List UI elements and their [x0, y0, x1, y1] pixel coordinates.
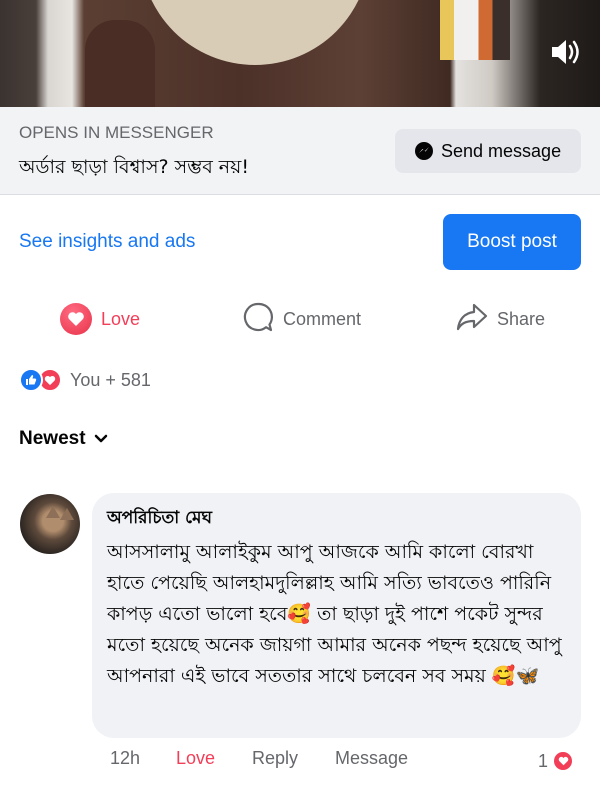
share-icon	[456, 302, 488, 337]
messenger-icon	[415, 142, 433, 160]
comment-reply-button[interactable]: Reply	[252, 748, 298, 774]
love-reaction-icon	[552, 750, 575, 772]
share-action-label: Share	[497, 308, 546, 329]
comment-text: আসসালামু আলাইকুম আপু আজকে আমি কালো বোরখা…	[107, 541, 562, 687]
sort-label: Newest	[19, 428, 86, 449]
cta-tagline: অর্ডার ছাড়া বিশ্বাস? সম্ভব নয়!	[19, 156, 249, 178]
love-action-label: Love	[101, 308, 141, 329]
like-reaction-icon	[19, 368, 43, 392]
comment-bubble: অপরিচিতা মেঘ আসসালামু আলাইকুম আপু আজকে আ…	[92, 493, 581, 738]
see-insights-link[interactable]: See insights and ads	[19, 231, 195, 253]
comment-reaction-count[interactable]: 1	[538, 748, 575, 774]
avatar[interactable]	[20, 494, 80, 554]
chevron-down-icon	[94, 428, 108, 450]
video-figure-scarf	[140, 0, 370, 65]
cta-caption: OPENS IN MESSENGER	[19, 123, 214, 142]
send-message-button[interactable]: Send message	[395, 129, 581, 173]
comment-author[interactable]: অপরিচিতা মেঘ	[107, 505, 565, 533]
comment-message-button[interactable]: Message	[335, 748, 408, 774]
video-player[interactable]	[0, 0, 600, 107]
send-message-label: Send message	[441, 140, 562, 161]
comment-sort-dropdown[interactable]: Newest	[19, 428, 108, 450]
comment-action-button[interactable]: Comment	[242, 300, 361, 338]
share-action-button[interactable]: Share	[456, 300, 545, 338]
love-reaction-icon	[60, 303, 92, 335]
video-clothing-rack	[440, 0, 510, 60]
volume-icon[interactable]	[548, 38, 582, 68]
reactions-summary[interactable]: You + 581	[19, 368, 151, 392]
boost-post-button[interactable]: Boost post	[443, 214, 581, 270]
comment-action-label: Comment	[283, 308, 362, 329]
comment-timestamp: 12h	[110, 748, 141, 768]
reactions-count: You + 581	[70, 369, 151, 390]
video-figure-arm	[85, 20, 155, 107]
love-action-button[interactable]: Love	[60, 300, 140, 338]
comment-icon	[242, 301, 274, 338]
comment-love-button[interactable]: Love	[176, 748, 215, 774]
comment-reaction-number: 1	[538, 750, 549, 771]
